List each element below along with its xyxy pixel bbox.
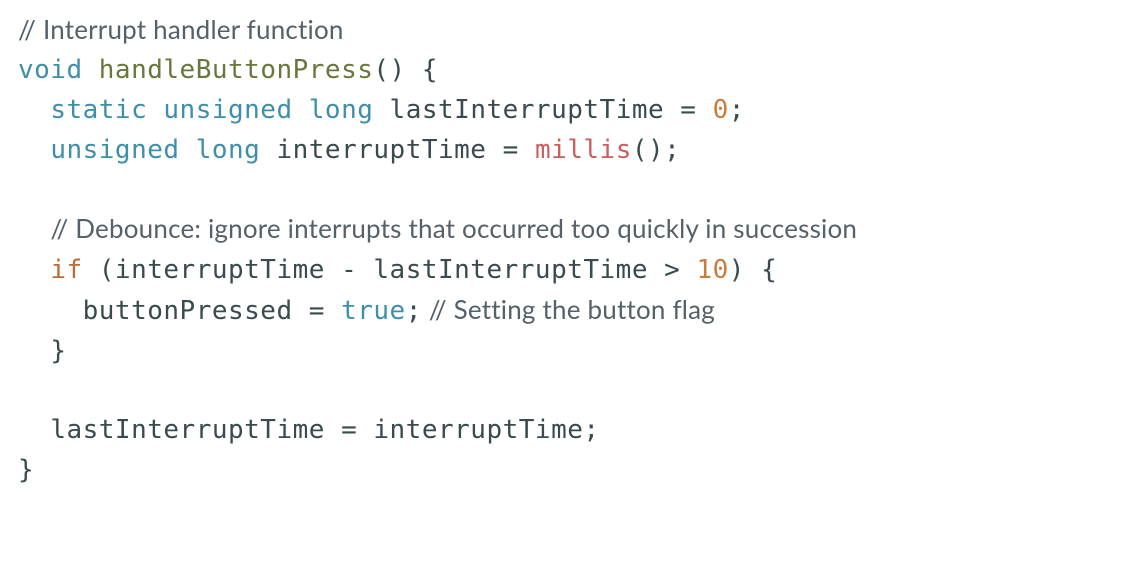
punct: () { <box>373 55 438 85</box>
function-call: millis <box>535 135 632 165</box>
comment-inline: // Setting the button flag <box>422 293 715 325</box>
number-literal: 0 <box>713 95 729 125</box>
code-block: // Interrupt handler function void handl… <box>18 10 1107 490</box>
comment-line: // Debounce: ignore interrupts that occu… <box>50 212 857 244</box>
keyword-unsigned-long: unsigned long <box>50 135 260 165</box>
number-literal: 10 <box>696 255 728 285</box>
brace-close: } <box>18 455 34 485</box>
assignment: lastInterruptTime = interruptTime; <box>50 415 599 445</box>
keyword-true: true <box>341 296 406 326</box>
punct: ; <box>406 296 422 326</box>
if-condition: (interruptTime - lastInterruptTime > <box>83 255 697 285</box>
identifier: lastInterruptTime <box>390 95 665 125</box>
punct: = <box>486 135 534 165</box>
brace-close: } <box>50 336 66 366</box>
punct: ; <box>729 95 745 125</box>
keyword-void: void <box>18 55 83 85</box>
identifier: interruptTime <box>276 135 486 165</box>
comment-line: // Interrupt handler function <box>18 13 344 45</box>
keyword-unsigned-long: unsigned long <box>163 95 373 125</box>
punct: (); <box>632 135 680 165</box>
punct: = <box>664 95 712 125</box>
keyword-if: if <box>50 255 82 285</box>
punct: ) { <box>729 255 777 285</box>
function-name: handleButtonPress <box>99 55 374 85</box>
keyword-static: static <box>50 95 147 125</box>
assignment: buttonPressed = <box>83 296 341 326</box>
